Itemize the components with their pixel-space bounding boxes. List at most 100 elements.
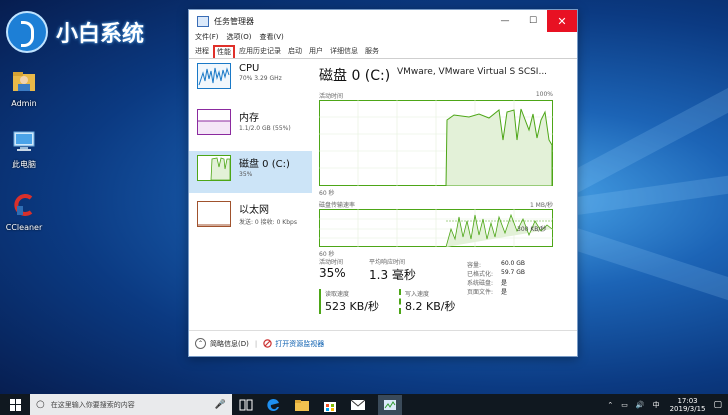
window-footer: ⌃ 简略信息(D) | 打开资源监视器 [189,330,577,356]
desktop-icon-label: CCleaner [5,223,43,232]
tab-performance[interactable]: 性能 [213,45,235,58]
taskbar-search[interactable]: ○ 在这里输入你要搜索的内容 🎤 [30,394,232,415]
desktop-icon-label: 此电脑 [12,160,36,169]
tab-users[interactable]: 用户 [306,45,326,58]
close-button[interactable]: ✕ [547,10,577,32]
tab-app-history[interactable]: 应用历史记录 [236,45,284,58]
menu-file[interactable]: 文件(F) [195,32,219,43]
activity-time-axis: 60 秒 [319,190,335,197]
menu-view[interactable]: 查看(V) [259,32,283,43]
desktop-icon-ccleaner[interactable]: CCleaner [2,192,46,232]
minimize-button[interactable]: — [491,10,519,32]
memory-thumbnail-graph [197,109,231,135]
site-logo: 小白系统 [6,11,156,53]
maximize-button[interactable]: ☐ [519,10,547,32]
info-value: 59.7 GB [501,269,526,276]
disk-thumbnail-graph [197,155,231,181]
task-manager-icon [197,15,209,27]
tab-strip: 进程 性能 应用历史记录 启动 用户 详细信息 服务 [189,45,577,59]
task-manager-taskbar-icon[interactable] [378,394,402,415]
menu-bar: 文件(F) 选项(O) 查看(V) [189,32,577,43]
notification-icon[interactable]: ▢ [713,400,722,410]
chevron-up-icon[interactable]: ⌃ [607,401,613,409]
microphone-icon[interactable]: 🎤 [215,400,226,410]
volume-icon[interactable]: 🔊 [636,401,645,409]
resource-detail: 1.1/2.0 GB (55%) [239,125,291,132]
chevron-up-icon[interactable]: ⌃ [195,338,206,349]
desktop-icon-this-pc[interactable]: 此电脑 [2,128,46,170]
info-key: 系统磁盘: [467,280,494,287]
transfer-graph-label: 磁盘传输速率 [319,202,356,209]
info-key: 容量: [467,262,482,269]
logo-mark-icon [6,11,48,53]
user-folder-icon [13,72,35,91]
resource-name: CPU [239,63,260,74]
write-speed-value: 8.2 KB/秒 [405,300,456,313]
input-language[interactable]: 中 [653,400,660,410]
tab-processes[interactable]: 进程 [192,45,212,58]
resource-name: 内存 [239,113,259,124]
resource-cpu[interactable]: CPU 70% 3.29 GHz [189,59,312,101]
window-title: 任务管理器 [214,16,254,26]
active-time-value: 35% [319,266,346,280]
task-manager-window: 任务管理器 — ☐ ✕ 文件(F) 选项(O) 查看(V) 进程 性能 应用历史… [188,9,578,357]
disk-transfer-graph: 300 KB/秒 [319,209,553,248]
cpu-thumbnail-graph [197,63,231,89]
start-button[interactable] [10,398,22,411]
read-speed-value: 523 KB/秒 [325,300,379,313]
brief-info-link[interactable]: 简略信息(D) [210,339,249,349]
resource-detail: 70% 3.29 GHz [239,75,282,82]
info-key: 页面文件: [467,289,494,296]
taskbar: ○ 在这里输入你要搜索的内容 🎤 ⌃ ▭ 🔊 中 17:03 2019/3/15… [0,394,728,415]
disk-activity-graph [319,100,553,187]
title-bar[interactable]: 任务管理器 — ☐ ✕ [189,10,577,32]
info-value: 是 [501,280,508,287]
open-resource-monitor-link[interactable]: 打开资源监视器 [275,339,324,349]
disk-detail-panel: 磁盘 0 (C:) VMware, VMware Virtual S SCSI.… [319,65,571,327]
write-speed-label: 写入速度 [405,291,430,298]
tab-details[interactable]: 详细信息 [327,45,361,58]
edge-icon[interactable] [266,397,282,413]
menu-options[interactable]: 选项(O) [227,32,252,43]
resource-name: 磁盘 0 (C:) [239,159,290,170]
avg-response-value: 1.3 毫秒 [369,268,416,282]
task-view-icon[interactable] [238,397,254,413]
info-value: 是 [501,289,508,296]
desktop-icon-admin[interactable]: Admin [2,68,46,108]
transfer-mark-label: 300 KB/秒 [517,225,546,233]
file-explorer-icon[interactable] [294,397,310,413]
clock[interactable]: 17:03 2019/3/15 [670,397,706,413]
tab-startup[interactable]: 启动 [285,45,305,58]
transfer-graph-max: 1 MB/秒 [529,202,553,209]
ccleaner-icon [14,194,33,216]
disk-info-table: 容量: 60.0 GB 已格式化: 59.7 GB 系统磁盘: 是 页面文件: 是 [467,260,525,296]
logo-text: 小白系统 [56,22,145,47]
mail-icon[interactable] [350,397,366,413]
resource-name: 以太网 [239,205,269,216]
resource-detail: 发送: 0 接收: 0 Kbps [239,219,297,226]
clock-date: 2019/3/15 [669,404,706,413]
avg-response-label: 平均响应时间 [369,259,406,266]
resource-monitor-icon [263,339,272,348]
store-icon[interactable] [322,397,338,413]
info-key: 已格式化: [467,271,494,278]
read-speed-label: 读取速度 [325,291,350,298]
resource-list: CPU 70% 3.29 GHz 内存 1.1/2.0 GB (55%) 磁盘 … [189,59,312,329]
network-icon[interactable]: ▭ [621,401,628,409]
clock-time: 17:03 [677,396,698,405]
active-time-label: 活动时间 [319,259,344,266]
search-icon: ○ [36,399,45,410]
disk-model: VMware, VMware Virtual S SCSI... [397,67,548,77]
activity-graph-label: 活动时间 [319,93,344,100]
ethernet-thumbnail-graph [197,201,231,227]
info-value: 60.0 GB [501,260,526,267]
system-tray: ⌃ ▭ 🔊 中 17:03 2019/3/15 ▢ [603,397,728,413]
desktop-icon-label: Admin [11,99,37,108]
resource-disk[interactable]: 磁盘 0 (C:) 35% [189,151,312,193]
resource-memory[interactable]: 内存 1.1/2.0 GB (55%) [189,105,312,147]
resource-detail: 35% [239,171,253,178]
computer-icon [13,131,35,151]
resource-ethernet[interactable]: 以太网 发送: 0 接收: 0 Kbps [189,197,312,239]
tab-services[interactable]: 服务 [362,45,382,58]
search-placeholder: 在这里输入你要搜索的内容 [50,400,135,409]
